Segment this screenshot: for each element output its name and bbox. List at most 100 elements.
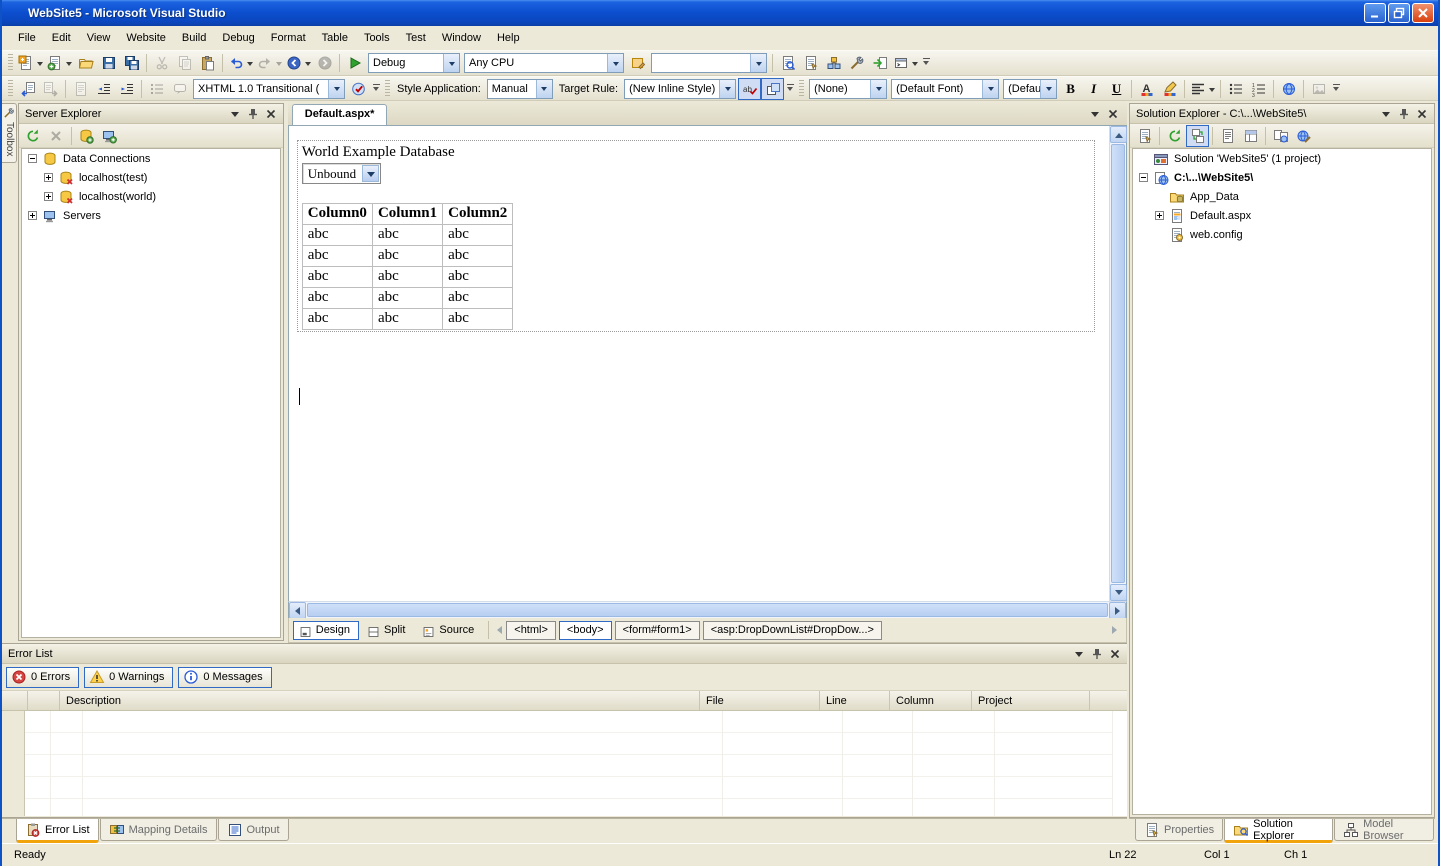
column-header-description[interactable]: Description xyxy=(60,691,700,710)
font-color-button[interactable]: A xyxy=(1135,78,1158,100)
expand-icon[interactable] xyxy=(44,192,53,201)
tab-solution-explorer[interactable]: Solution Explorer xyxy=(1224,819,1333,843)
start-page-button[interactable] xyxy=(868,52,891,74)
chevron-down-icon[interactable] xyxy=(1378,106,1394,121)
check-page-button[interactable] xyxy=(347,78,370,100)
expand-icon[interactable] xyxy=(44,173,53,182)
expand-icon[interactable] xyxy=(28,211,37,220)
image-button[interactable] xyxy=(1307,78,1330,100)
column-header-icon[interactable] xyxy=(28,691,60,710)
tab-properties[interactable]: Properties xyxy=(1135,819,1223,841)
refresh-button[interactable] xyxy=(22,125,45,147)
css-class-combo[interactable]: (None) xyxy=(809,79,887,99)
properties-page-button[interactable] xyxy=(1133,125,1156,147)
navigate-forward-page-button[interactable] xyxy=(39,78,62,100)
tab-model-browser[interactable]: Model Browser xyxy=(1334,819,1434,841)
collapse-icon[interactable] xyxy=(28,154,37,163)
messages-filter-button[interactable]: 0 Messages xyxy=(178,667,271,688)
command-window-button[interactable] xyxy=(891,52,920,74)
highlight-button[interactable] xyxy=(1158,78,1181,100)
column-header-icon[interactable] xyxy=(2,691,28,710)
warnings-filter-button[interactable]: 0 Warnings xyxy=(84,667,173,688)
solution-platforms-combo[interactable]: Any CPU xyxy=(464,53,624,73)
navigate-forward-button[interactable] xyxy=(313,52,336,74)
source-view-button[interactable]: Source xyxy=(416,621,483,640)
chevron-down-icon[interactable] xyxy=(607,54,623,72)
copy-website-button[interactable] xyxy=(1269,125,1292,147)
column-header-project[interactable]: Project xyxy=(972,691,1090,710)
tree-item[interactable]: Default.aspx xyxy=(1133,206,1431,225)
menu-tools[interactable]: Tools xyxy=(356,28,398,48)
nest-related-files-button[interactable] xyxy=(1186,125,1209,147)
restore-button[interactable] xyxy=(1388,3,1410,23)
menu-debug[interactable]: Debug xyxy=(214,28,262,48)
close-icon[interactable] xyxy=(263,106,279,121)
pin-icon[interactable] xyxy=(245,106,261,121)
menu-help[interactable]: Help xyxy=(489,28,528,48)
solution-explorer-button[interactable] xyxy=(776,52,799,74)
menu-test[interactable]: Test xyxy=(398,28,434,48)
new-project-button[interactable] xyxy=(16,52,45,74)
tab-mapping-details[interactable]: Mapping Details xyxy=(100,819,217,841)
bullets-button[interactable] xyxy=(1224,78,1247,100)
menu-build[interactable]: Build xyxy=(174,28,214,48)
find-in-files-button[interactable] xyxy=(626,52,649,74)
underline-button[interactable]: U xyxy=(1105,78,1128,100)
chevron-down-icon[interactable] xyxy=(750,54,766,72)
close-document-icon[interactable] xyxy=(1105,106,1121,121)
refresh-button[interactable] xyxy=(1163,125,1186,147)
toolbar-overflow-button[interactable] xyxy=(784,79,796,99)
stop-refresh-button[interactable] xyxy=(45,125,68,147)
find-combo[interactable] xyxy=(651,53,767,73)
menu-file[interactable]: File xyxy=(10,28,44,48)
numbering-button[interactable]: 123 xyxy=(1247,78,1270,100)
column-header-line[interactable]: Line xyxy=(820,691,890,710)
navigate-back-button[interactable] xyxy=(284,52,313,74)
minimize-button[interactable] xyxy=(1364,3,1386,23)
close-icon[interactable] xyxy=(1107,646,1123,661)
properties-window-button[interactable] xyxy=(799,52,822,74)
expand-icon[interactable] xyxy=(1155,211,1164,220)
vertical-scroll-thumb[interactable] xyxy=(1111,144,1125,583)
tree-item[interactable]: Solution 'WebSite5' (1 project) xyxy=(1133,149,1431,168)
document-tab-default-aspx[interactable]: Default.aspx* xyxy=(292,104,388,125)
document-list-chevron-down-icon[interactable] xyxy=(1087,106,1103,121)
chevron-down-icon[interactable] xyxy=(227,106,243,121)
undo-button[interactable] xyxy=(226,52,255,74)
hyperlink-button[interactable] xyxy=(1277,78,1300,100)
close-button[interactable] xyxy=(1412,3,1434,23)
close-icon[interactable] xyxy=(1414,106,1430,121)
choose-toolbox-items-button[interactable] xyxy=(845,52,868,74)
increase-indent-button[interactable] xyxy=(115,78,138,100)
solution-configurations-combo[interactable]: Debug xyxy=(368,53,460,73)
tag-path-forward-icon[interactable] xyxy=(1108,621,1122,639)
errors-filter-button[interactable]: 0 Errors xyxy=(6,667,79,688)
tree-item[interactable]: C:\...\WebSite5\ xyxy=(1133,168,1431,187)
view-code-button[interactable] xyxy=(1216,125,1239,147)
dropdownlist-control[interactable]: Unbound xyxy=(302,163,381,184)
object-browser-button[interactable] xyxy=(822,52,845,74)
chevron-down-icon[interactable] xyxy=(328,80,344,98)
chevron-down-icon[interactable] xyxy=(870,80,886,98)
italic-button[interactable]: I xyxy=(1082,78,1105,100)
menu-edit[interactable]: Edit xyxy=(44,28,79,48)
tree-item[interactable]: localhost(world) xyxy=(22,187,280,206)
menu-format[interactable]: Format xyxy=(263,28,314,48)
column-header-file[interactable]: File xyxy=(700,691,820,710)
connect-server-button[interactable] xyxy=(98,125,121,147)
gridview-control[interactable]: Column0Column1Column2abcabcabcabcabcabca… xyxy=(302,203,514,330)
copy-button[interactable] xyxy=(173,52,196,74)
menu-window[interactable]: Window xyxy=(434,28,489,48)
tag-navigator-item[interactable]: <html> xyxy=(506,621,556,640)
toolbox-tab[interactable]: Toolbox xyxy=(2,103,17,163)
menu-view[interactable]: View xyxy=(79,28,119,48)
chevron-down-icon[interactable] xyxy=(982,80,998,98)
chevron-down-icon[interactable] xyxy=(1071,646,1087,661)
open-file-button[interactable] xyxy=(74,52,97,74)
design-surface[interactable]: World Example Database Unbound Column0Co… xyxy=(289,126,1109,601)
tag-navigator-item[interactable]: <body> xyxy=(559,621,612,640)
format-document-button[interactable] xyxy=(69,78,92,100)
aspnet-configuration-button[interactable] xyxy=(1292,125,1315,147)
scroll-right-icon[interactable] xyxy=(1109,602,1126,619)
alignment-button[interactable] xyxy=(1188,78,1217,100)
